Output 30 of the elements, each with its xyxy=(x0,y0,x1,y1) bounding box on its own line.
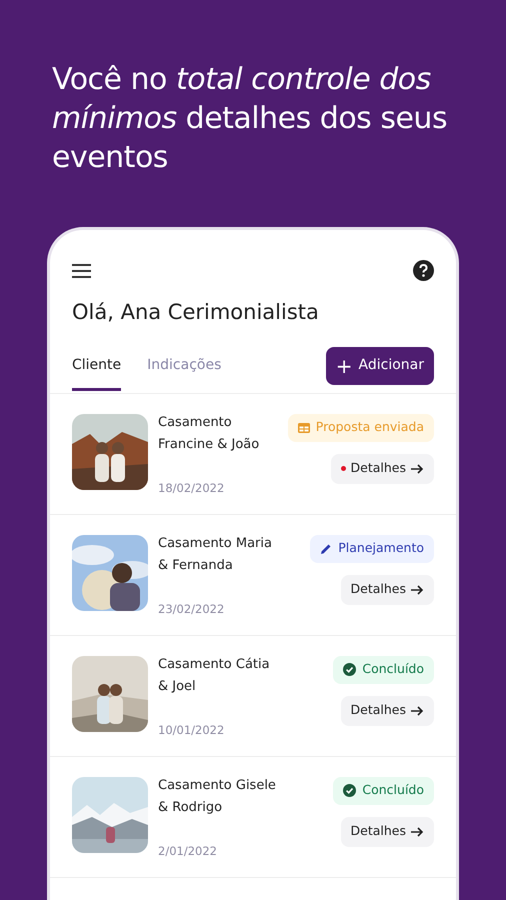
status-badge: Proposta enviada xyxy=(288,414,434,442)
greeting: Olá, Ana Cerimonialista xyxy=(72,299,320,326)
table-icon xyxy=(298,422,310,432)
tab[interactable]: Cliente xyxy=(72,354,122,390)
check-circle-icon xyxy=(343,784,356,797)
details-button[interactable]: Detalhes xyxy=(340,816,434,846)
details-button[interactable]: Detalhes xyxy=(340,696,434,726)
details-button[interactable]: Detalhes xyxy=(330,454,434,484)
status-badge: Planejamento xyxy=(310,534,434,562)
check-circle-icon xyxy=(343,663,356,676)
arrow-right-icon xyxy=(411,584,424,594)
event-title: Casamento Gisele & Rodrigo xyxy=(158,776,277,816)
pencil-icon xyxy=(320,542,332,554)
add-button[interactable]: + Adicionar xyxy=(326,346,434,384)
arrow-right-icon xyxy=(411,706,424,716)
menu-icon[interactable] xyxy=(72,264,91,278)
event-title: Casamento Cátia & Joel xyxy=(158,656,271,696)
event-title: Casamento Maria & Fernanda xyxy=(158,534,273,574)
status-badge: Concluído xyxy=(333,656,434,684)
event-date: 2/01/2022 xyxy=(158,843,218,860)
help-icon[interactable] xyxy=(413,260,434,281)
event-date: 18/02/2022 xyxy=(158,480,226,498)
status-badge: Concluído xyxy=(333,776,434,804)
arrow-right-icon xyxy=(411,826,424,836)
headline: Você no total controle dos mínimos detalhes dos seus eventos xyxy=(52,61,448,177)
event-date: 23/02/2022 xyxy=(158,601,226,618)
details-button[interactable]: Detalhes xyxy=(340,574,434,604)
event-title: Casamento Francine & João xyxy=(158,414,260,454)
event-date: 10/01/2022 xyxy=(158,722,226,740)
arrow-right-icon xyxy=(411,464,424,474)
